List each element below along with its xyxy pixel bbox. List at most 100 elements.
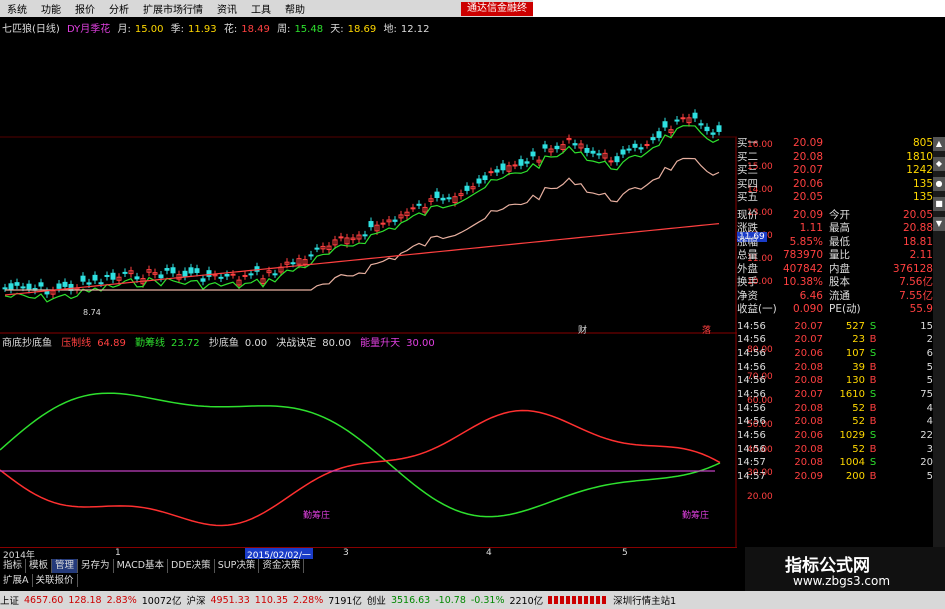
tab-indicator[interactable]: 指标 <box>0 559 27 573</box>
tick-price: 20.08 <box>794 416 823 428</box>
ind-d-value: 80.00 <box>322 338 351 349</box>
bid-row: 买四 20.06 135 <box>737 178 933 192</box>
tick-volume: 130 <box>845 375 865 387</box>
tick-row: 14:56 20.07 1610 S 75 <box>737 388 933 402</box>
tick-side: B <box>869 402 877 414</box>
menu-quote[interactable]: 报价 <box>68 1 102 16</box>
candle-body <box>590 150 596 154</box>
stat-label: 净资 <box>737 289 758 302</box>
toolbar-button[interactable]: ● <box>933 177 945 191</box>
menu-tools[interactable]: 工具 <box>244 1 278 16</box>
indicator-layer <box>0 392 721 527</box>
tick-time: 14:56 <box>737 443 766 455</box>
sh-percent: 2.83% <box>106 594 137 606</box>
tick-time: 14:56 <box>737 320 766 332</box>
tab-macd[interactable]: MACD基本 <box>114 559 169 573</box>
stat-value: 1.11 <box>799 222 823 234</box>
kline-chart[interactable]: 16.00 <box>0 20 737 547</box>
candle-body <box>620 149 626 155</box>
tab-sup[interactable]: SUP决策 <box>215 559 260 573</box>
stat-row: 外盘 407842 内盘 376128 <box>737 263 933 277</box>
candle-body <box>182 270 188 277</box>
stat-label: 量比 <box>829 249 850 261</box>
tick-count: 4 <box>926 402 933 414</box>
tick-row: 14:56 20.06 1029 S 22 <box>737 429 933 443</box>
tick-price: 20.09 <box>794 471 823 483</box>
candle-body <box>308 254 314 257</box>
tick-volume: 52 <box>852 416 865 428</box>
tick-row: 14:56 20.08 52 B 4 <box>737 402 933 416</box>
toolbar-button[interactable]: ▼ <box>933 217 945 231</box>
tab-manage[interactable]: 管理 <box>52 559 79 573</box>
cy-index: 3516.63 <box>390 594 431 606</box>
sh-index: 4657.60 <box>24 594 64 606</box>
ind-title: 商底抄底鱼 <box>2 338 52 349</box>
candle-body <box>596 153 602 156</box>
tick-side: B <box>869 416 877 428</box>
bid-price: 20.07 <box>792 164 823 176</box>
tick-volume: 1004 <box>839 457 865 469</box>
candle-body <box>476 178 482 184</box>
ind-e-value: 30.00 <box>406 338 435 349</box>
bid-price: 20.06 <box>792 177 823 190</box>
cy-label: 创业 <box>366 596 386 607</box>
bid-label: 买二 <box>737 150 758 163</box>
status-bars-icon <box>548 596 609 604</box>
menu-analysis[interactable]: 分析 <box>102 1 136 16</box>
ma-line-red <box>4 223 720 296</box>
tick-count: 6 <box>926 347 933 359</box>
tab-dde[interactable]: DDE决策 <box>168 559 215 573</box>
candle-body <box>98 282 104 285</box>
stat-value: 18.81 <box>902 235 933 248</box>
tick-time: 14:56 <box>737 416 766 428</box>
tab-related-quote[interactable]: 关联报价 <box>33 574 78 587</box>
tab-template[interactable]: 模板 <box>26 559 53 573</box>
toolbar-button[interactable]: ▲ <box>933 137 945 151</box>
menu-news[interactable]: 资讯 <box>210 1 244 16</box>
tick-price: 20.06 <box>794 430 823 441</box>
toolbar-button[interactable]: ■ <box>933 197 945 211</box>
stat-row: 涨跌 1.11 最高 20.88 <box>737 222 933 236</box>
indicator-red-line <box>0 409 721 527</box>
tick-row: 14:56 20.07 23 B 2 <box>737 333 933 347</box>
toolbar-button[interactable]: ◆ <box>933 157 945 171</box>
candle-body <box>716 125 722 132</box>
main-site[interactable]: 深圳行情主站1 <box>613 593 676 607</box>
candle-body <box>680 117 686 120</box>
candle-body <box>14 282 20 286</box>
candle-body <box>206 270 212 277</box>
tab-save-as[interactable]: 另存为 <box>78 559 114 573</box>
sz-index: 4951.33 <box>210 594 250 606</box>
sz-change: 110.35 <box>254 594 289 606</box>
cy-change: -10.78 <box>435 594 466 606</box>
candle-body <box>632 143 638 148</box>
cy-amount: 2210亿 <box>509 596 544 607</box>
candle-body <box>674 119 680 122</box>
candle-body <box>644 144 650 147</box>
candle-body <box>662 121 668 128</box>
tick-count: 22 <box>920 430 933 441</box>
menu-system[interactable]: 系统 <box>0 1 34 16</box>
status-bar: 上证 4657.60 128.18 2.83% 10072亿 沪深 4951.3… <box>0 591 945 609</box>
tab-extend-a[interactable]: 扩展A <box>0 574 33 587</box>
menu-function[interactable]: 功能 <box>34 1 68 16</box>
bid-volume: 1242 <box>906 164 933 176</box>
tab-fund[interactable]: 资金决策 <box>259 559 305 573</box>
broker-tip[interactable]: 通达信金融终 <box>461 1 533 16</box>
tick-price: 20.07 <box>794 334 823 346</box>
ind-a-label: 压制线 <box>61 338 92 349</box>
bid-label: 买五 <box>737 191 758 203</box>
menu-extended-market[interactable]: 扩展市场行情 <box>136 1 210 16</box>
candle-body <box>224 274 230 277</box>
tick-volume: 1029 <box>839 430 865 441</box>
ind-c-label: 抄底鱼 <box>208 338 239 349</box>
tick-count: 75 <box>920 388 933 400</box>
menu-help[interactable]: 帮助 <box>278 1 312 16</box>
tick-time: 14:56 <box>737 347 766 359</box>
tick-price: 20.06 <box>794 347 823 359</box>
tick-count: 15 <box>920 320 933 332</box>
candle-body <box>38 282 44 287</box>
tick-count: 2 <box>926 334 933 346</box>
candle-body <box>92 274 98 281</box>
stat-value: 407842 <box>783 262 824 275</box>
